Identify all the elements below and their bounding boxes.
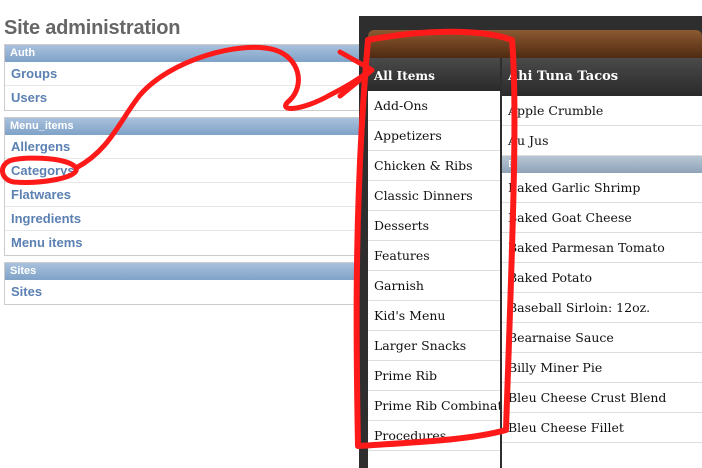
menu-app-window: All Items Add-Ons Appetizers Chicken & R… bbox=[359, 16, 702, 468]
admin-panel: Site administration Auth Groups Users Me… bbox=[0, 0, 372, 468]
item-list-header[interactable]: Ahi Tuna Tacos bbox=[502, 58, 702, 96]
page-title: Site administration bbox=[4, 17, 181, 39]
category-item[interactable]: Chicken & Ribs bbox=[368, 151, 500, 181]
category-item[interactable]: Prime Rib Combinations bbox=[368, 391, 500, 421]
admin-link-menu-items[interactable]: Menu items bbox=[5, 231, 361, 255]
module-caption-menu-items: Menu_items bbox=[5, 118, 361, 135]
menu-item[interactable]: Billy Miner Pie bbox=[502, 353, 702, 383]
admin-link-allergens[interactable]: Allergens bbox=[5, 135, 361, 159]
category-item[interactable]: Appetizers bbox=[368, 121, 500, 151]
menu-item[interactable]: Baked Parmesan Tomato bbox=[502, 233, 702, 263]
admin-link-ingredients[interactable]: Ingredients bbox=[5, 207, 361, 231]
category-item[interactable]: Classic Dinners bbox=[368, 181, 500, 211]
category-item[interactable]: Features bbox=[368, 241, 500, 271]
admin-link-sites[interactable]: Sites bbox=[5, 280, 361, 304]
category-item[interactable]: Garnish bbox=[368, 271, 500, 301]
category-list-header[interactable]: All Items bbox=[368, 58, 500, 91]
item-list: Ahi Tuna Tacos Apple Crumble Au Jus B Ba… bbox=[502, 58, 702, 468]
module-caption-sites: Sites bbox=[5, 263, 361, 280]
wood-titlebar bbox=[368, 30, 702, 58]
menu-item[interactable]: Baked Goat Cheese bbox=[502, 203, 702, 233]
menu-item[interactable]: Baked Potato bbox=[502, 263, 702, 293]
menu-item[interactable]: Bearnaise Sauce bbox=[502, 323, 702, 353]
section-header-b: B bbox=[502, 156, 702, 173]
category-item[interactable]: Kid's Menu bbox=[368, 301, 500, 331]
category-item[interactable]: Desserts bbox=[368, 211, 500, 241]
admin-link-flatwares[interactable]: Flatwares bbox=[5, 183, 361, 207]
admin-link-users[interactable]: Users bbox=[5, 86, 361, 110]
category-item[interactable]: Prime Rib bbox=[368, 361, 500, 391]
admin-link-groups[interactable]: Groups bbox=[5, 62, 361, 86]
menu-item[interactable]: Bleu Cheese Crust Blend bbox=[502, 383, 702, 413]
category-list: All Items Add-Ons Appetizers Chicken & R… bbox=[368, 58, 500, 468]
menu-item[interactable]: Au Jus bbox=[502, 126, 702, 156]
category-item[interactable]: Larger Snacks bbox=[368, 331, 500, 361]
category-item[interactable]: Procedures bbox=[368, 421, 500, 451]
module-caption-auth: Auth bbox=[5, 45, 361, 62]
menu-item[interactable]: Apple Crumble bbox=[502, 96, 702, 126]
menu-item[interactable]: Bleu Cheese Fillet bbox=[502, 413, 702, 443]
admin-link-categorys[interactable]: Categorys bbox=[5, 159, 361, 183]
module-menu-items: Menu_items Allergens Categorys Flatwares… bbox=[4, 117, 362, 256]
module-auth: Auth Groups Users bbox=[4, 44, 362, 111]
menu-item[interactable]: Baked Garlic Shrimp bbox=[502, 173, 702, 203]
module-sites: Sites Sites bbox=[4, 262, 362, 305]
category-item[interactable]: Add-Ons bbox=[368, 91, 500, 121]
menu-item[interactable]: Baseball Sirloin: 12oz. bbox=[502, 293, 702, 323]
